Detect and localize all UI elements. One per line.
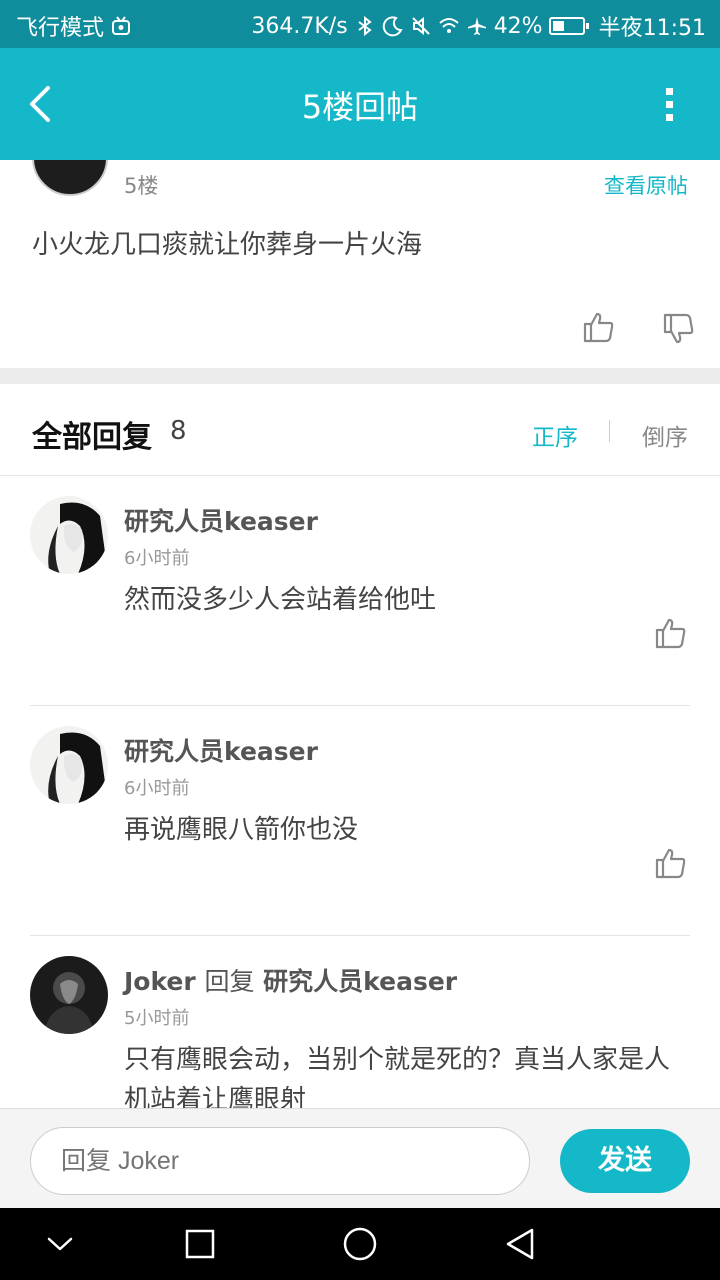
thumbs-up-icon[interactable]: [654, 846, 688, 880]
bluetooth-icon: [358, 15, 372, 37]
post-content: 小火龙几口痰就让你葬身一片火海: [32, 230, 423, 260]
reply-text: 然而没多少人会站着给他吐: [124, 585, 437, 615]
collapse-chevron-icon[interactable]: [42, 1226, 78, 1262]
reply-input[interactable]: [30, 1127, 530, 1195]
reply-author[interactable]: 研究人员keaser: [124, 732, 318, 768]
reply-text: 再说鹰眼八箭你也没: [124, 815, 359, 845]
avatar[interactable]: [32, 160, 108, 196]
reply-target[interactable]: 研究人员keaser: [263, 967, 457, 996]
sort-ascending-button[interactable]: 正序: [532, 418, 578, 452]
replies-title: 全部回复: [32, 420, 152, 455]
mute-icon: [411, 16, 430, 36]
network-speed: 364.7K/s: [251, 13, 348, 39]
reply-item: 研究人员keaser 6小时前 然而没多少人会站着给他吐: [0, 476, 720, 706]
recent-apps-icon[interactable]: [182, 1226, 218, 1262]
sort-descending-button[interactable]: 倒序: [642, 418, 688, 452]
replies-count: 8: [170, 416, 187, 446]
clock: 半夜11:51: [598, 16, 706, 41]
thumbs-up-icon[interactable]: [582, 310, 616, 344]
floor-number: 5楼: [124, 174, 159, 198]
sort-separator: [609, 420, 610, 442]
page-title: 5楼回帖: [301, 88, 419, 126]
reply-item: 研究人员keaser 6小时前 再说鹰眼八箭你也没: [0, 706, 720, 936]
avatar[interactable]: [30, 956, 108, 1034]
back-triangle-icon[interactable]: [502, 1226, 538, 1262]
battery-level: [552, 21, 565, 31]
view-original-link[interactable]: 查看原帖: [604, 170, 688, 200]
replies-header: 全部回复 8 正序 倒序: [0, 384, 720, 476]
battery-icon: [548, 17, 589, 35]
home-icon[interactable]: [342, 1226, 378, 1262]
avatar[interactable]: [30, 726, 108, 804]
reply-author-line: Joker 回复 研究人员keaser: [124, 962, 457, 998]
wifi-icon: [439, 18, 459, 33]
reply-text: 只有鹰眼会动，当别个就是死的？真当人家是人机站着让鹰眼射: [124, 1045, 671, 1108]
status-bar: 飞行模式 364.7K/s 42% 半夜11:51: [0, 0, 720, 48]
tv-icon: [112, 16, 131, 35]
airplane-mode-label: 飞行模式: [16, 16, 105, 41]
reply-input-bar: 发送: [0, 1108, 720, 1208]
moon-icon: [382, 16, 403, 37]
thumbs-up-icon[interactable]: [654, 616, 688, 650]
original-post: 5楼 查看原帖 小火龙几口痰就让你葬身一片火海: [0, 160, 720, 368]
app-toolbar: 5楼回帖: [0, 48, 720, 160]
section-divider: [0, 368, 720, 384]
reply-word: 回复: [204, 967, 255, 996]
more-options-icon[interactable]: [658, 84, 682, 124]
reply-time: 5小时前: [124, 1008, 190, 1029]
reply-author[interactable]: Joker: [124, 967, 196, 996]
reply-item: Joker 回复 研究人员keaser 5小时前 只有鹰眼会动，当别个就是死的？…: [0, 936, 720, 1108]
reply-author[interactable]: 研究人员keaser: [124, 502, 318, 538]
system-nav-bar: [0, 1208, 720, 1280]
airplane-icon: [467, 17, 486, 35]
reply-time: 6小时前: [124, 548, 190, 569]
battery-percent: 42%: [493, 13, 543, 39]
reply-time: 6小时前: [124, 778, 190, 799]
avatar[interactable]: [30, 496, 108, 574]
send-button[interactable]: 发送: [560, 1129, 690, 1193]
thumbs-down-icon[interactable]: [662, 312, 696, 346]
